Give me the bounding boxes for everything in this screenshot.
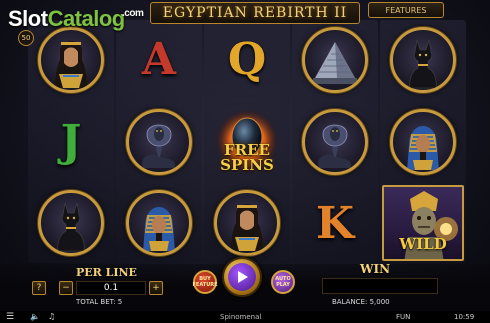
sound-icon[interactable]: 🔈 xyxy=(30,312,40,321)
balance: BALANCE: 5,000 xyxy=(332,298,390,306)
per-line-label: PER LINE xyxy=(76,266,137,279)
win-label: WIN xyxy=(360,262,391,276)
menu-icon[interactable]: ☰ xyxy=(6,312,14,322)
clock: 10:59 xyxy=(454,313,475,321)
bet-increase-button[interactable]: + xyxy=(149,281,163,295)
mode-label: FUN xyxy=(396,313,411,321)
symbol-wild: WILD xyxy=(380,183,466,263)
help-button[interactable]: ? xyxy=(32,281,46,295)
slotcatalog-watermark: SlotCatalog .com xyxy=(8,6,144,31)
symbol-pharaoh xyxy=(380,102,466,182)
wild-label: WILD xyxy=(399,235,447,254)
reel-3: Q FREE SPINS xyxy=(204,20,290,263)
play-icon xyxy=(238,271,248,283)
game-title-bar: EGYPTIAN REBIRTH II xyxy=(150,2,360,24)
symbol-cobra xyxy=(292,102,378,182)
win-value xyxy=(322,278,438,294)
symbol-free-spins: FREE SPINS xyxy=(204,102,290,182)
game-title: EGYPTIAN REBIRTH II xyxy=(162,5,348,21)
reel-2: A xyxy=(116,20,202,263)
buy-feature-button[interactable]: BUY FEATURE xyxy=(192,270,218,294)
provider-brand: Spinomenal xyxy=(220,313,262,321)
reel-1: J xyxy=(28,20,114,263)
total-bet: TOTAL BET: 5 xyxy=(76,298,123,306)
spin-button[interactable] xyxy=(222,257,262,297)
bet-decrease-button[interactable]: − xyxy=(59,281,73,295)
symbol-cat-statue xyxy=(380,20,466,100)
features-button[interactable]: FEATURES xyxy=(368,2,444,18)
autoplay-button[interactable]: AUTO PLAY xyxy=(271,270,295,294)
reel-4: K xyxy=(292,20,378,263)
symbol-letter-k: K xyxy=(315,197,355,249)
symbol-pyramid xyxy=(292,20,378,100)
lines-count-badge: 50 xyxy=(18,30,34,46)
symbol-pharaoh xyxy=(116,183,202,263)
symbol-queen-portrait xyxy=(204,183,290,263)
symbol-letter-j: J xyxy=(60,116,82,167)
reel-grid: J A Q FREE SPINS K WILD xyxy=(28,20,466,263)
symbol-letter-a: A xyxy=(141,34,177,86)
symbol-cat-statue xyxy=(28,183,114,263)
game-stage: SlotCatalog .com EGYPTIAN REBIRTH II FEA… xyxy=(0,0,490,323)
status-bar: ☰ 🔈 ♫ Spinomenal FUN 10:59 xyxy=(0,311,490,323)
symbol-letter-q: Q xyxy=(227,34,267,86)
per-line-value: 0.1 xyxy=(76,281,146,295)
music-icon[interactable]: ♫ xyxy=(48,312,55,321)
symbol-cobra xyxy=(116,102,202,182)
free-spins-label: FREE SPINS xyxy=(220,141,274,175)
reel-5: WILD xyxy=(380,20,466,263)
